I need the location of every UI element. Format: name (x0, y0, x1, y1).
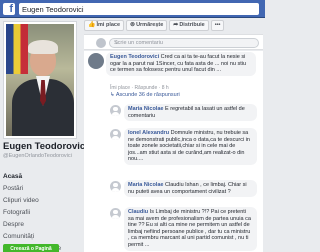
reply-author[interactable]: Claudiu (128, 209, 148, 215)
like-label: Îmi place (96, 22, 121, 28)
share-icon: ➦ (173, 22, 179, 28)
reply-bubble: Maria Nicolae Claudiu Ishan , ce limbaj.… (124, 180, 257, 198)
nav-item-community[interactable]: Comunități (3, 231, 81, 243)
nav-item-home[interactable]: Acasă (3, 171, 81, 183)
page-title: Eugen Teodorovici (3, 141, 88, 152)
facebook-logo[interactable]: f (3, 3, 15, 15)
search-input[interactable]: Eugen Teodorovici (19, 3, 259, 15)
comment-bubble: Eugen Teodorovici Cred ca ai ta te-au fa… (106, 52, 256, 76)
rss-icon: ⊚ (130, 22, 136, 28)
avatar[interactable] (110, 129, 121, 140)
user-avatar (96, 38, 106, 48)
left-sidebar: Eugen Teodorovici @EugenOrlandoTeodorovi… (0, 18, 88, 252)
comments-thread: Eugen Teodorovici Cred ca ai ta te-au fa… (84, 51, 263, 252)
comment-meta[interactable]: Îmi place · Răspunde · 8 h (110, 85, 169, 91)
profile-picture[interactable] (3, 21, 77, 139)
reply-bubble: Maria Nicolae E regretabil sa lasati un … (124, 104, 257, 122)
top-bar: f Eugen Teodorovici (0, 0, 265, 18)
flag-shape (6, 24, 28, 74)
hide-replies-label: Ascunde 36 de răspunsuri (115, 92, 180, 98)
share-label: Distribuie (179, 22, 205, 28)
avatar[interactable] (110, 208, 121, 219)
avatar[interactable] (110, 181, 121, 192)
comment-composer: Scrie un comentariu ☺ (84, 34, 263, 50)
reply-bubble: Ionel Alexandru Domnule ministru, nu tre… (124, 128, 257, 165)
main-column: 👍Îmi place ⊚Urmărește ➦Distribuie ••• Sc… (82, 18, 265, 252)
avatar[interactable] (110, 105, 121, 116)
default-avatar-icon (110, 208, 121, 219)
hair-shape (28, 40, 58, 54)
nav-item-posts[interactable]: Postări (3, 183, 81, 195)
profile-photo (6, 24, 74, 136)
follow-button[interactable]: ⊚Urmărește (126, 20, 168, 31)
avatar[interactable] (88, 53, 104, 69)
reply-text: Is Limbaj de ministru ?!? Pai ce pretent… (128, 209, 251, 248)
create-page-button[interactable]: Creează o Pagină (3, 244, 59, 252)
nav-item-photos[interactable]: Fotografii (3, 207, 81, 219)
reply-bubble: Claudiu Is Limbaj de ministru ?!? Pai ce… (124, 207, 257, 251)
page-nav: Acasă Postări Clipuri video Fotografii D… (3, 171, 81, 252)
comment-author[interactable]: Eugen Teodorovici (110, 54, 159, 60)
follow-label: Urmărește (136, 22, 164, 28)
nav-item-about[interactable]: Despre (3, 219, 81, 231)
more-options-button[interactable]: ••• (210, 20, 225, 31)
hide-replies-link[interactable]: ↳ Ascunde 36 de răspunsuri (110, 92, 180, 98)
emoji-icon[interactable]: ☺ (114, 40, 254, 46)
default-avatar-icon (110, 105, 121, 116)
nav-item-videos[interactable]: Clipuri video (3, 195, 81, 207)
reply-author[interactable]: Ionel Alexandru (128, 130, 169, 136)
reply-author[interactable]: Maria Nicolae (128, 106, 163, 112)
share-button[interactable]: ➦Distribuie (169, 20, 209, 31)
page-actions: 👍Îmi place ⊚Urmărește ➦Distribuie ••• (84, 20, 225, 31)
like-page-button[interactable]: 👍Îmi place (84, 20, 125, 31)
page-handle[interactable]: @EugenOrlandoTeodorovici (3, 153, 81, 160)
default-avatar-icon (110, 181, 121, 192)
default-avatar-icon (110, 129, 121, 140)
comment-input[interactable]: Scrie un comentariu ☺ (109, 38, 259, 48)
search-value: Eugen Teodorovici (22, 5, 84, 14)
reply-author[interactable]: Maria Nicolae (128, 182, 163, 188)
thumbs-up-icon: 👍 (88, 22, 96, 28)
